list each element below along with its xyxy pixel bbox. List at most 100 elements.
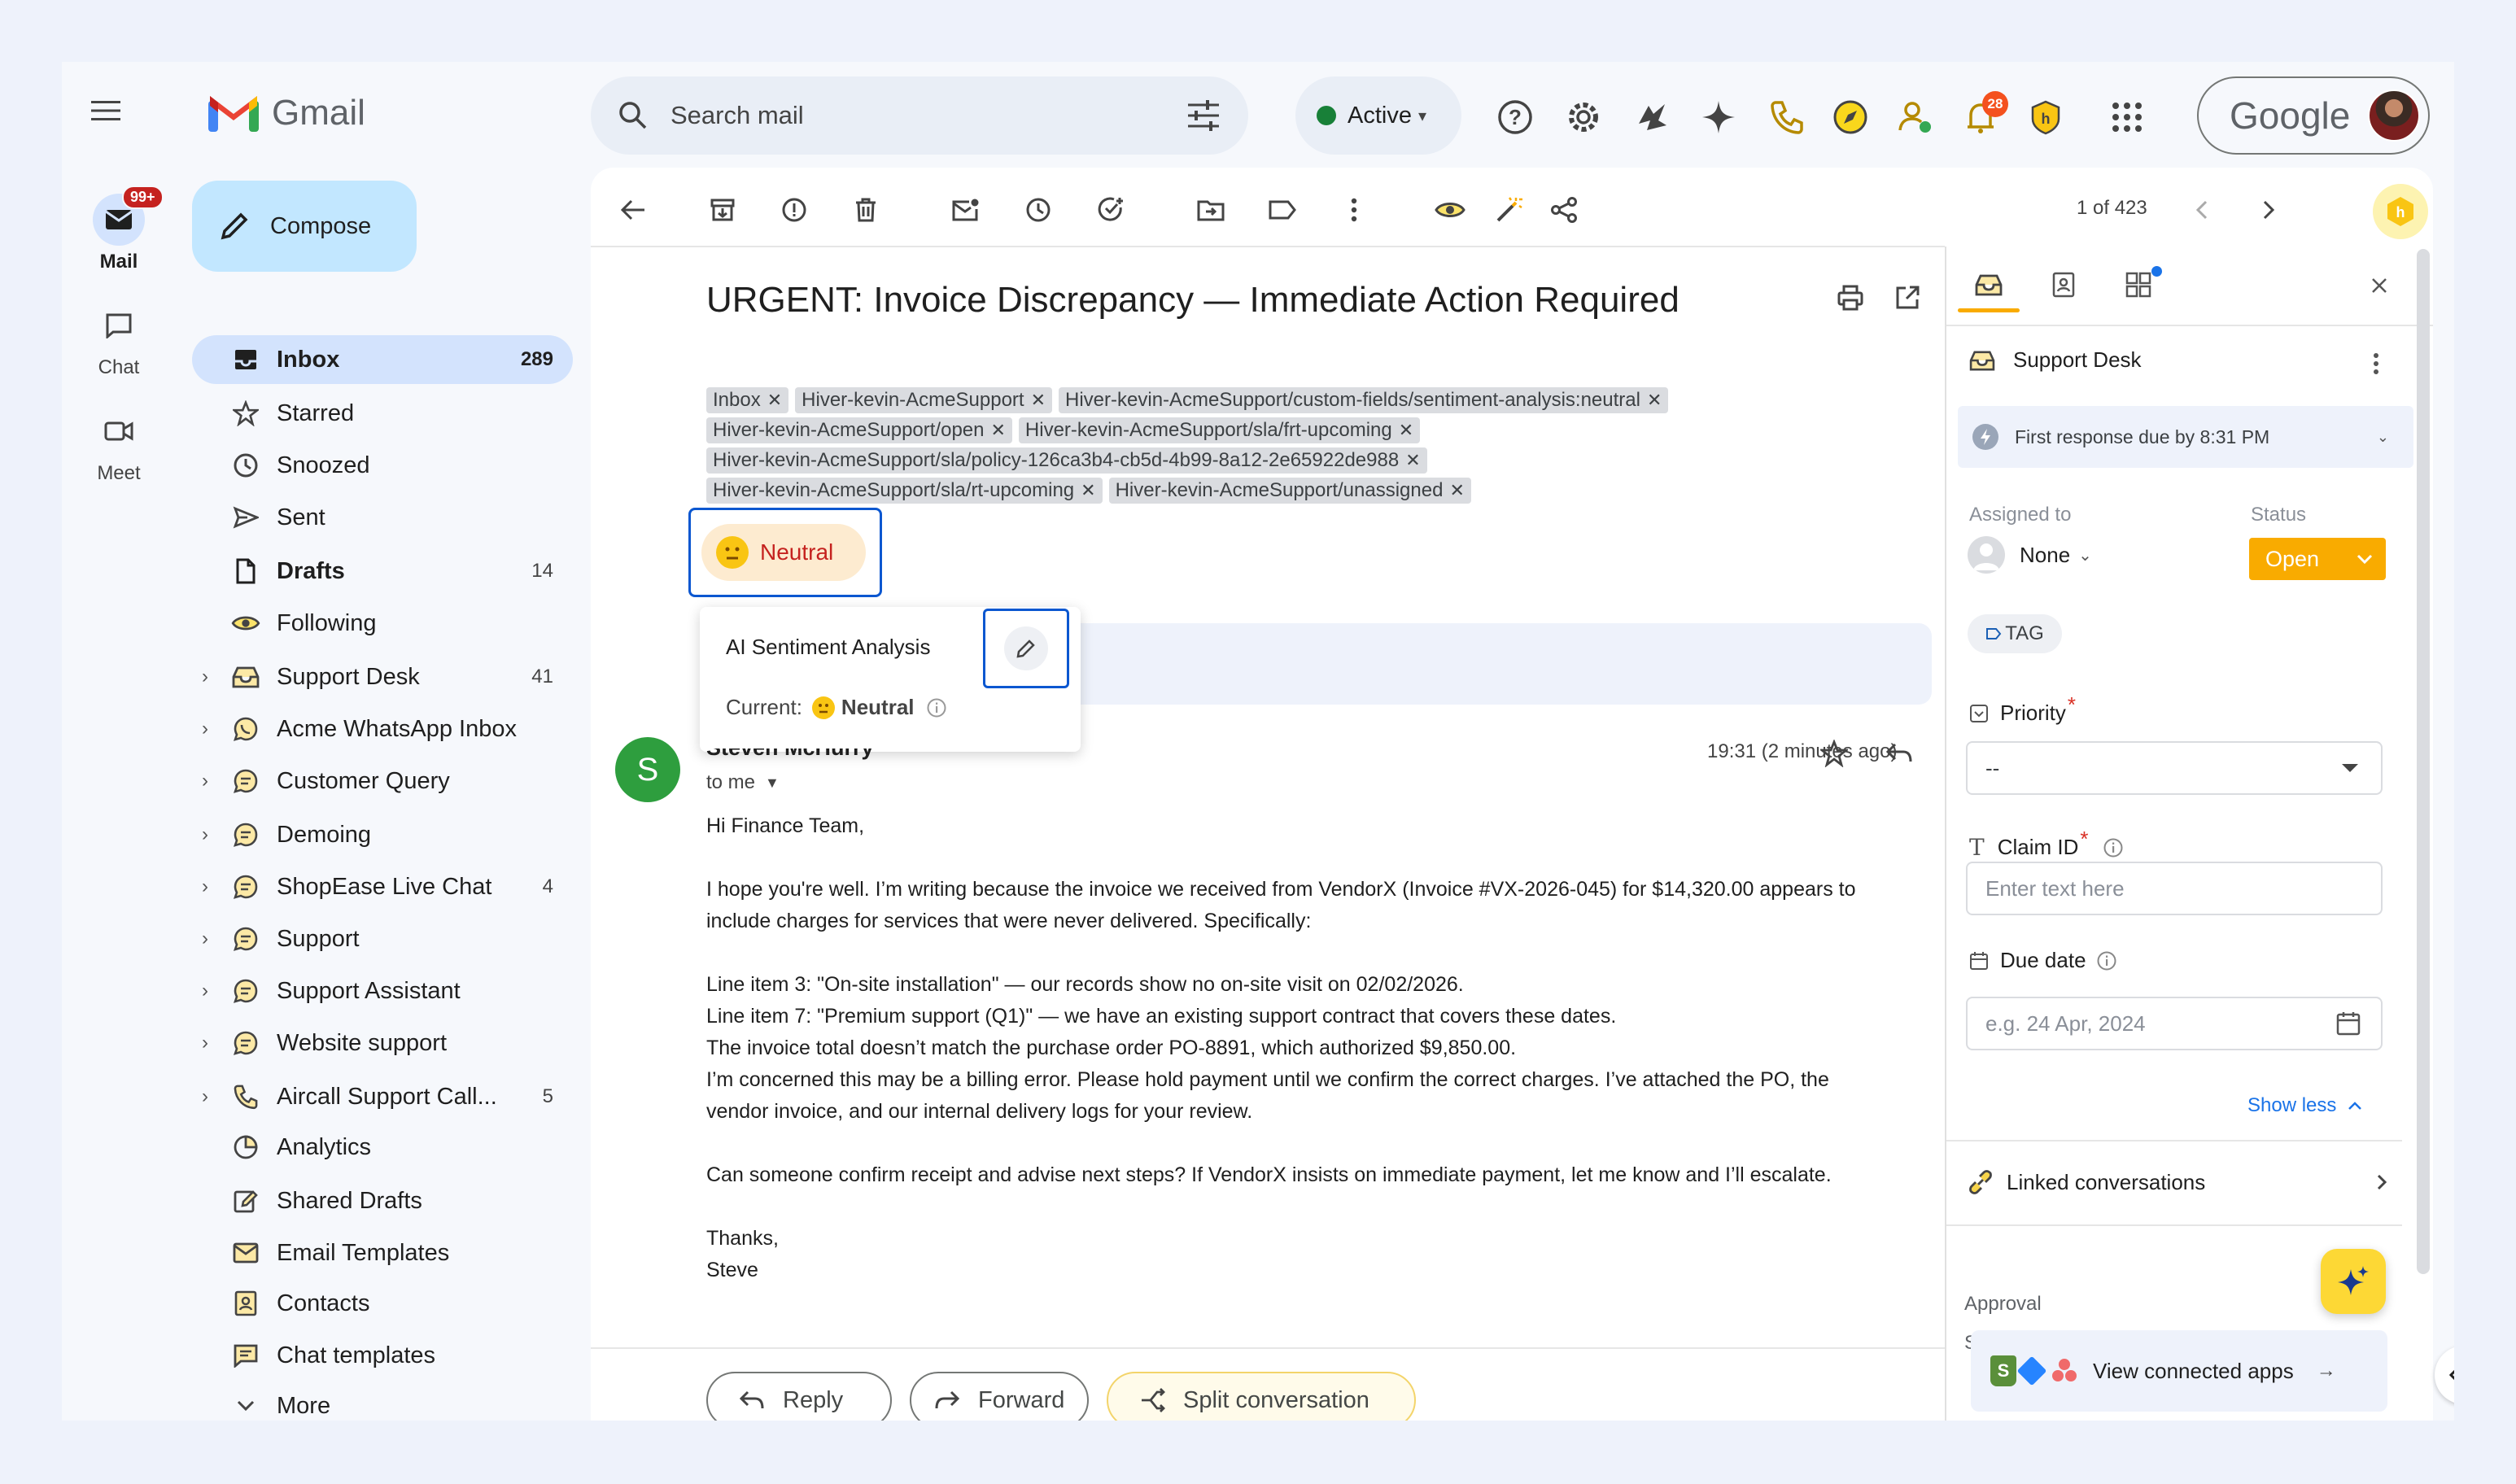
- show-less-link[interactable]: Show less: [2247, 1094, 2362, 1117]
- move-to-folder-icon[interactable]: [1193, 192, 1229, 228]
- rail-meet[interactable]: Meet: [62, 405, 176, 485]
- eye-icon[interactable]: [1432, 192, 1468, 228]
- close-panel-icon[interactable]: [2365, 271, 2394, 300]
- expand-chevron-icon[interactable]: ›: [192, 718, 218, 740]
- compose-button[interactable]: Compose: [192, 181, 417, 272]
- remove-label-icon[interactable]: ✕: [1405, 446, 1420, 475]
- gmail-logo[interactable]: Gmail: [208, 93, 365, 133]
- search-options-icon[interactable]: [1186, 100, 1221, 131]
- label-chip[interactable]: Hiver-kevin-AcmeSupport/unassigned ✕: [1108, 476, 1471, 505]
- remove-label-icon[interactable]: ✕: [1081, 476, 1095, 505]
- open-new-window-icon[interactable]: [1889, 280, 1925, 316]
- label-chip[interactable]: Hiver-kevin-AcmeSupport/sla/rt-upcoming ✕: [706, 478, 1103, 504]
- help-icon[interactable]: ?: [1492, 94, 1538, 140]
- ai-assist-button[interactable]: [2321, 1249, 2386, 1314]
- gemini-sparkle-icon[interactable]: [1696, 94, 1741, 140]
- remove-label-icon[interactable]: ✕: [1449, 476, 1464, 505]
- share-icon[interactable]: [1546, 192, 1582, 228]
- archive-icon[interactable]: [705, 192, 740, 228]
- sidebar-item-following[interactable]: Following: [192, 599, 573, 648]
- label-chip[interactable]: Hiver-kevin-AcmeSupport/sla/policy-126ca…: [706, 447, 1427, 474]
- sidebar-item-acme-whatsapp-inbox[interactable]: › Acme WhatsApp Inbox: [192, 705, 573, 753]
- print-icon[interactable]: [1832, 280, 1868, 316]
- user-status-icon[interactable]: [1893, 94, 1938, 140]
- collapse-panel-button[interactable]: [2435, 1346, 2454, 1404]
- sidebar-item-demoing[interactable]: › Demoing: [192, 810, 573, 859]
- sla-banner[interactable]: First response due by 8:31 PM ⌄: [1958, 406, 2413, 468]
- expand-chevron-icon[interactable]: ›: [192, 1085, 218, 1108]
- avatar[interactable]: [2368, 89, 2420, 142]
- connected-apps-bar[interactable]: S View connected apps →: [1971, 1330, 2387, 1412]
- notifications-bell-icon[interactable]: 28: [1958, 91, 2008, 140]
- hiver-logo-button[interactable]: h: [2373, 184, 2428, 239]
- search-icon[interactable]: [617, 99, 649, 132]
- panel-tab-inbox[interactable]: [1968, 266, 2010, 303]
- expand-chevron-icon[interactable]: ›: [192, 666, 218, 688]
- inbox-more-icon[interactable]: [2373, 352, 2379, 379]
- status-selector[interactable]: Active ▾: [1295, 76, 1461, 155]
- sidebar-item-starred[interactable]: Starred: [192, 389, 573, 438]
- phone-icon[interactable]: [1764, 94, 1810, 140]
- sidebar-item-drafts[interactable]: Drafts 14: [192, 547, 573, 596]
- expand-chevron-icon[interactable]: ›: [192, 980, 218, 1002]
- sidebar-item-shared-drafts[interactable]: Shared Drafts: [192, 1176, 573, 1225]
- reply-icon[interactable]: [1881, 735, 1917, 771]
- linked-conversations-row[interactable]: Linked conversations: [1968, 1150, 2391, 1215]
- expand-chevron-icon[interactable]: ›: [192, 928, 218, 950]
- remove-label-icon[interactable]: ✕: [767, 386, 782, 415]
- expand-chevron-icon[interactable]: ›: [192, 875, 218, 898]
- snooze-clock-icon[interactable]: [1020, 192, 1056, 228]
- sidebar-item-contacts[interactable]: Contacts: [192, 1279, 573, 1328]
- sidebar-item-support[interactable]: › Support: [192, 914, 573, 963]
- sidebar-item-analytics[interactable]: Analytics: [192, 1123, 573, 1172]
- claim-id-input[interactable]: Enter text here: [1966, 862, 2383, 915]
- sidebar-item-more[interactable]: More: [192, 1381, 573, 1421]
- sidebar-item-website-support[interactable]: › Website support: [192, 1019, 573, 1067]
- expand-chevron-icon[interactable]: ›: [192, 1032, 218, 1054]
- tag-button[interactable]: TAG: [1968, 614, 2062, 653]
- label-chip[interactable]: Hiver-kevin-AcmeSupport/open ✕: [706, 417, 1012, 443]
- apps-script-icon[interactable]: [1629, 94, 1675, 140]
- forward-button[interactable]: Forward: [910, 1372, 1089, 1421]
- assignee-dropdown[interactable]: None ⌄: [1968, 536, 2092, 574]
- settings-gear-icon[interactable]: [1561, 94, 1606, 140]
- rail-mail[interactable]: 99+ Mail: [62, 186, 176, 273]
- edit-sentiment-button[interactable]: [1004, 626, 1048, 670]
- remove-label-icon[interactable]: ✕: [1031, 386, 1046, 415]
- expand-chevron-icon[interactable]: ›: [192, 823, 218, 846]
- search-input[interactable]: Search mail: [670, 101, 804, 130]
- label-chip[interactable]: Hiver-kevin-AcmeSupport/custom-fields/se…: [1059, 386, 1669, 415]
- compass-icon[interactable]: [1828, 94, 1873, 140]
- label-chip[interactable]: Hiver-kevin-AcmeSupport ✕: [795, 386, 1053, 415]
- sidebar-item-shopease-live-chat[interactable]: › ShopEase Live Chat 4: [192, 862, 573, 911]
- recipient-line[interactable]: to me ▼: [706, 771, 780, 794]
- google-account-button[interactable]: Google: [2197, 76, 2430, 155]
- report-spam-icon[interactable]: [776, 192, 812, 228]
- sidebar-item-chat-templates[interactable]: Chat templates: [192, 1331, 573, 1380]
- calendar-icon[interactable]: [2335, 1010, 2361, 1037]
- label-chip[interactable]: Inbox ✕: [706, 386, 789, 415]
- sidebar-item-customer-query[interactable]: › Customer Query: [192, 757, 573, 805]
- delete-trash-icon[interactable]: [848, 192, 884, 228]
- info-icon[interactable]: [2096, 950, 2117, 971]
- more-vert-icon[interactable]: [1336, 192, 1372, 228]
- remove-label-icon[interactable]: ✕: [990, 416, 1005, 445]
- info-icon[interactable]: [2103, 837, 2124, 858]
- sidebar-item-sent[interactable]: Sent: [192, 493, 573, 542]
- sidebar-item-support-desk[interactable]: › Support Desk 41: [192, 653, 573, 701]
- add-task-icon[interactable]: [1094, 192, 1129, 228]
- due-date-input[interactable]: e.g. 24 Apr, 2024: [1966, 997, 2383, 1050]
- info-icon[interactable]: [926, 697, 947, 718]
- newer-chevron-left-icon[interactable]: [2184, 192, 2220, 228]
- search-bar[interactable]: Search mail: [591, 76, 1248, 155]
- sidebar-item-email-templates[interactable]: Email Templates: [192, 1229, 573, 1277]
- sidebar-item-snoozed[interactable]: Snoozed: [192, 441, 573, 490]
- status-dropdown[interactable]: Open: [2249, 538, 2386, 580]
- older-chevron-right-icon[interactable]: [2251, 192, 2287, 228]
- split-conversation-button[interactable]: Split conversation: [1107, 1372, 1416, 1421]
- panel-tab-contact[interactable]: [2042, 266, 2085, 303]
- reply-button[interactable]: Reply: [706, 1372, 892, 1421]
- label-chip[interactable]: Hiver-kevin-AcmeSupport/sla/frt-upcoming…: [1018, 417, 1421, 443]
- back-arrow-icon[interactable]: [615, 192, 651, 228]
- remove-label-icon[interactable]: ✕: [1647, 386, 1662, 415]
